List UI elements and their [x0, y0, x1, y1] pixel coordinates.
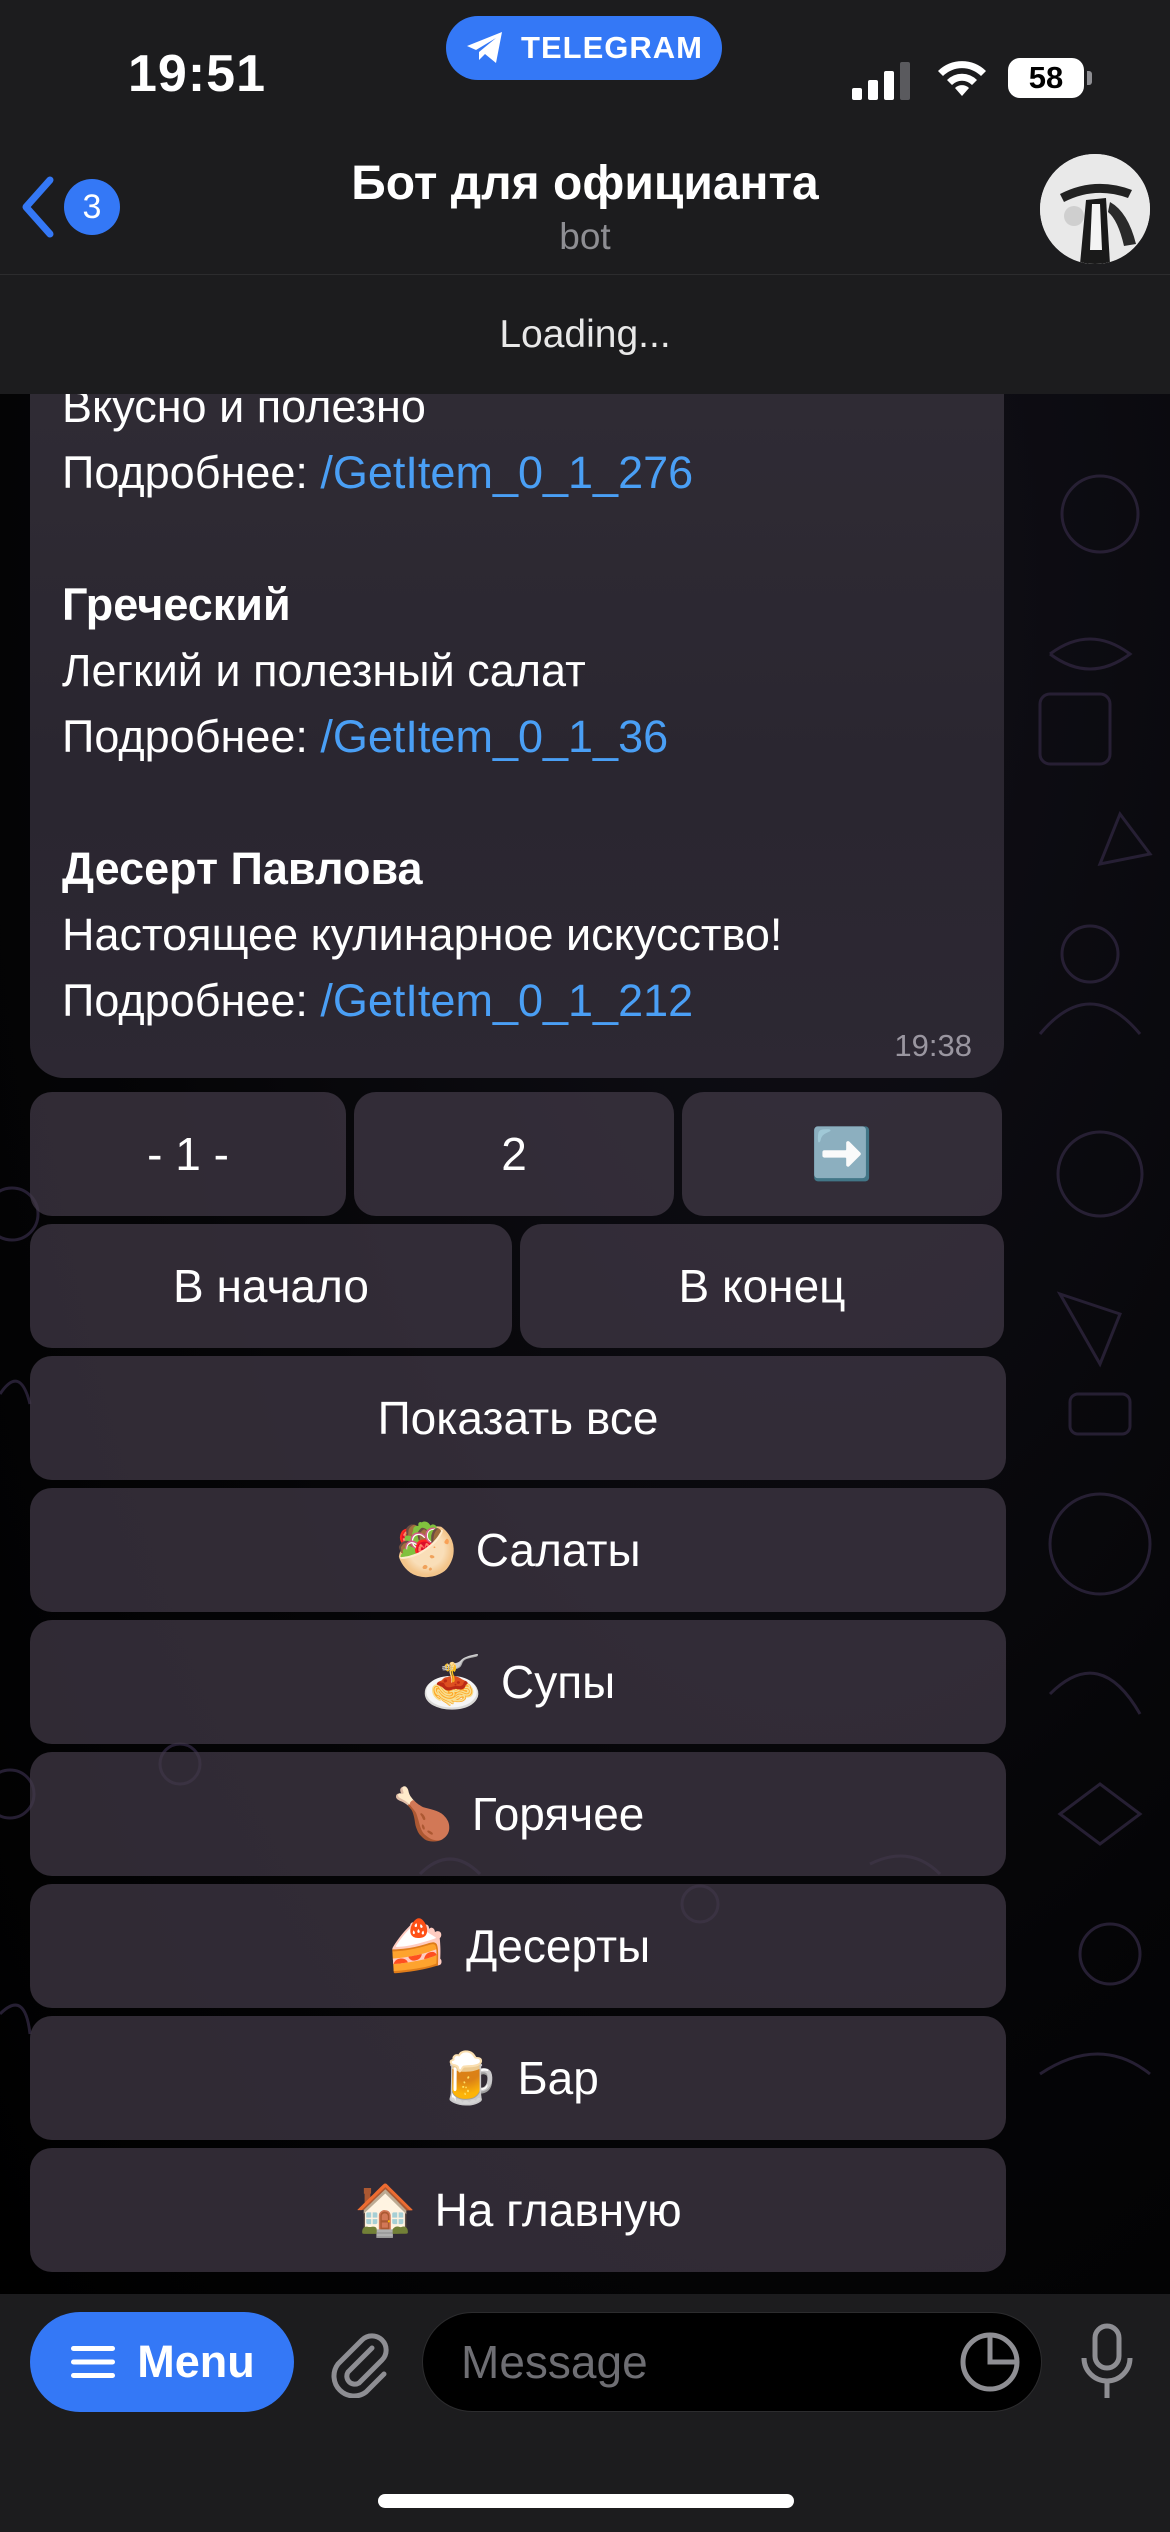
home-button[interactable]: 🏠 На главную	[30, 2148, 1006, 2272]
chicken-leg-icon: 🍗	[391, 1785, 454, 1842]
chat-subtitle: bot	[559, 216, 611, 257]
category-soups-button[interactable]: 🍝 Супы	[30, 1620, 1006, 1744]
cellular-signal-icon	[852, 62, 910, 100]
show-all-button[interactable]: Показать все	[30, 1356, 1006, 1480]
to-end-button[interactable]: В конец	[520, 1224, 1004, 1348]
message-line: Подробнее: /GetItem_0_1_212	[62, 968, 982, 1034]
item-title: Десерт Павлова	[62, 843, 423, 894]
chat-area[interactable]: Вкусно и полезно Подробнее: /GetItem_0_1…	[0, 394, 1170, 2294]
menu-label: Menu	[137, 2336, 255, 2387]
status-time: 19:51	[128, 45, 266, 103]
message-line: Подробнее: /GetItem_0_1_276	[62, 440, 982, 506]
battery-indicator: 58	[1008, 58, 1092, 98]
bot-message-bubble[interactable]: Вкусно и полезно Подробнее: /GetItem_0_1…	[30, 394, 1004, 1078]
details-prefix: Подробнее:	[62, 711, 321, 762]
page-1-button[interactable]: - 1 -	[30, 1092, 346, 1216]
hamburger-icon	[71, 2346, 116, 2378]
next-page-button[interactable]: ➡️	[682, 1092, 1002, 1216]
to-start-button[interactable]: В начало	[30, 1224, 512, 1348]
status-bar: 19:51 TELEGRAM 58	[0, 0, 1170, 150]
wifi-icon	[938, 61, 986, 96]
item-title: Греческий	[62, 579, 291, 630]
bot-avatar[interactable]	[1040, 154, 1150, 264]
category-desserts-button[interactable]: 🍰 Десерты	[30, 1884, 1006, 2008]
battery-level: 58	[1008, 58, 1084, 98]
waiter-avatar-image	[1040, 154, 1150, 264]
to-end-label: В конец	[678, 1260, 846, 1312]
paperclip-icon[interactable]	[322, 2326, 394, 2398]
item-description: Вкусно и полезно	[62, 394, 426, 432]
item-command-link[interactable]: /GetItem_0_1_212	[320, 975, 693, 1026]
home-indicator[interactable]	[378, 2494, 794, 2508]
sticker-icon[interactable]	[958, 2330, 1022, 2394]
beer-mug-icon: 🍺	[437, 2049, 500, 2106]
message-timestamp: 19:38	[894, 1028, 972, 1063]
details-prefix: Подробнее:	[62, 447, 321, 498]
right-arrow-icon: ➡️	[810, 1125, 874, 1182]
category-bar-button[interactable]: 🍺 Бар	[30, 2016, 1006, 2140]
details-prefix: Подробнее:	[62, 975, 321, 1026]
message-line: Подробнее: /GetItem_0_1_36	[62, 704, 982, 770]
page-1-label: - 1 -	[147, 1128, 229, 1180]
category-label: На главную	[434, 2184, 682, 2236]
message-input[interactable]: Message	[422, 2312, 1042, 2412]
item-command-link[interactable]: /GetItem_0_1_276	[320, 447, 693, 498]
cake-icon: 🍰	[385, 1917, 449, 1974]
house-icon: 🏠	[354, 2181, 417, 2238]
chat-header: 3 Бот для официанта bot	[0, 150, 1170, 274]
show-all-label: Показать все	[377, 1392, 659, 1444]
loading-bar: Loading...	[0, 274, 1170, 394]
telegram-pill-label: TELEGRAM	[521, 30, 703, 65]
item-description: Легкий и полезный салат	[62, 645, 586, 696]
category-salads-button[interactable]: 🥙 Салаты	[30, 1488, 1006, 1612]
bot-menu-button[interactable]: Menu	[30, 2312, 294, 2412]
category-label: Десерты	[466, 1920, 651, 1972]
pasta-icon: 🍝	[420, 1653, 484, 1710]
to-start-label: В начало	[173, 1260, 369, 1312]
telegram-app-pill[interactable]: TELEGRAM	[446, 16, 722, 80]
category-label: Супы	[501, 1656, 616, 1708]
chat-title[interactable]: Бот для официанта	[0, 156, 1170, 211]
category-label: Бар	[517, 2052, 599, 2104]
category-hot-dishes-button[interactable]: 🍗 Горячее	[30, 1752, 1006, 1876]
message-text: Вкусно и полезно Подробнее: /GetItem_0_1…	[62, 394, 982, 1034]
category-label: Горячее	[471, 1788, 645, 1840]
microphone-icon[interactable]	[1076, 2322, 1138, 2402]
telegram-plane-icon	[467, 32, 503, 63]
message-placeholder: Message	[461, 2336, 648, 2388]
item-command-link[interactable]: /GetItem_0_1_36	[320, 711, 668, 762]
category-label: Салаты	[475, 1524, 641, 1576]
item-description: Настоящее кулинарное искусство!	[62, 909, 783, 960]
battery-tip	[1087, 71, 1092, 85]
page-2-button[interactable]: 2	[354, 1092, 674, 1216]
salad-icon: 🥙	[395, 1521, 458, 1578]
message-line: Вкусно и полезно	[62, 394, 982, 440]
page-2-label: 2	[501, 1128, 527, 1180]
